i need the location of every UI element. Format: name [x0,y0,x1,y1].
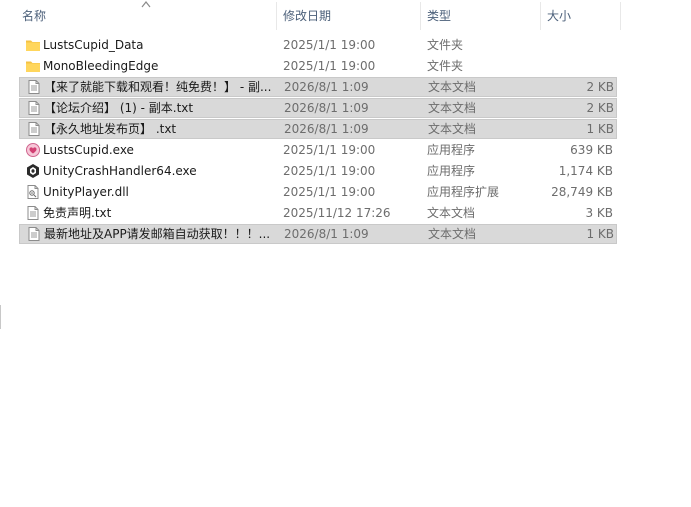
file-type: 文件夹 [427,59,464,73]
file-modified-date: 2025/1/1 19:00 [283,38,376,52]
file-name[interactable]: 免责声明.txt [43,203,275,223]
column-header-bar: 名称 修改日期 类型 大小 [0,0,691,32]
file-modified-date: 2025/1/1 19:00 [283,185,376,199]
pane-divider [0,305,1,329]
file-type: 文本文档 [428,101,477,115]
file-type: 文本文档 [427,206,476,220]
file-name[interactable]: 【论坛介绍】 (1) - 副本.txt [44,98,276,118]
app-exe-icon [25,142,41,158]
text-file-icon [26,121,42,137]
file-type: 应用程序 [427,164,476,178]
file-row[interactable]: 【永久地址发布页】 .txt 2026/8/1 1:09 文本文档 1 KB [19,119,617,139]
file-type: 应用程序 [427,143,476,157]
file-size: 1 KB [586,227,614,241]
file-row[interactable]: LustsCupid.exe 2025/1/1 19:00 应用程序 639 KB [19,140,617,160]
file-row[interactable]: LustsCupid_Data 2025/1/1 19:00 文件夹 [19,35,617,55]
file-modified-date: 2026/8/1 1:09 [284,80,369,94]
text-file-icon [26,79,42,95]
file-type: 文本文档 [428,122,477,136]
file-size: 1 KB [586,122,614,136]
file-name[interactable]: MonoBleedingEdge [43,56,275,76]
file-name[interactable]: LustsCupid_Data [43,35,275,55]
column-header-name[interactable]: 名称 [18,2,277,30]
file-type: 文本文档 [428,80,477,94]
file-size: 28,749 KB [551,185,613,199]
column-header-size[interactable]: 大小 [543,2,621,30]
file-row[interactable]: UnityCrashHandler64.exe 2025/1/1 19:00 应用程… [19,161,617,181]
folder-icon [25,37,41,53]
file-row[interactable]: 【来了就能下载和观看！纯免费！】 - 副... 2026/8/1 1:09 文本文档… [19,77,617,97]
file-size [539,56,613,76]
file-row[interactable]: MonoBleedingEdge 2025/1/1 19:00 文件夹 [19,56,617,76]
file-name[interactable]: UnityPlayer.dll [43,182,275,202]
file-row[interactable]: 【论坛介绍】 (1) - 副本.txt 2026/8/1 1:09 文本文档 2 KB [19,98,617,118]
file-type: 文本文档 [428,227,477,241]
folder-icon [25,58,41,74]
column-header-type[interactable]: 类型 [423,2,541,30]
file-row[interactable]: 最新地址及APP请发邮箱自动获取！！！... 2026/8/1 1:09 文本文档 1… [19,224,617,244]
file-size: 1,174 KB [558,164,613,178]
file-modified-date: 2026/8/1 1:09 [284,101,369,115]
file-name[interactable]: UnityCrashHandler64.exe [43,161,275,181]
text-file-icon [25,205,41,221]
file-modified-date: 2025/1/1 19:00 [283,164,376,178]
file-name[interactable]: LustsCupid.exe [43,140,275,160]
dll-file-icon [25,184,41,200]
file-modified-date: 2026/8/1 1:09 [284,122,369,136]
file-name[interactable]: 【来了就能下载和观看！纯免费！】 - 副... [44,77,276,97]
file-type: 文件夹 [427,38,464,52]
file-type: 应用程序扩展 [427,185,500,199]
column-header-date[interactable]: 修改日期 [279,2,421,30]
file-name[interactable]: 【永久地址发布页】 .txt [44,119,276,139]
file-modified-date: 2026/8/1 1:09 [284,227,369,241]
file-name[interactable]: 最新地址及APP请发邮箱自动获取！！！... [44,224,276,244]
file-size: 639 KB [570,143,613,157]
unity-icon [25,163,41,179]
text-file-icon [26,100,42,116]
file-size: 2 KB [586,101,614,115]
file-explorer: 名称 修改日期 类型 大小 LustsCupid_Data 2025/1/1 19… [0,0,691,507]
file-modified-date: 2025/1/1 19:00 [283,143,376,157]
file-modified-date: 2025/1/1 19:00 [283,59,376,73]
file-size [539,35,613,55]
file-size: 3 KB [585,206,613,220]
file-modified-date: 2025/11/12 17:26 [283,206,391,220]
file-row[interactable]: 免责声明.txt 2025/11/12 17:26 文本文档 3 KB [19,203,617,223]
file-size: 2 KB [586,80,614,94]
text-file-icon [26,226,42,242]
file-row[interactable]: UnityPlayer.dll 2025/1/1 19:00 应用程序扩展 28,74… [19,182,617,202]
